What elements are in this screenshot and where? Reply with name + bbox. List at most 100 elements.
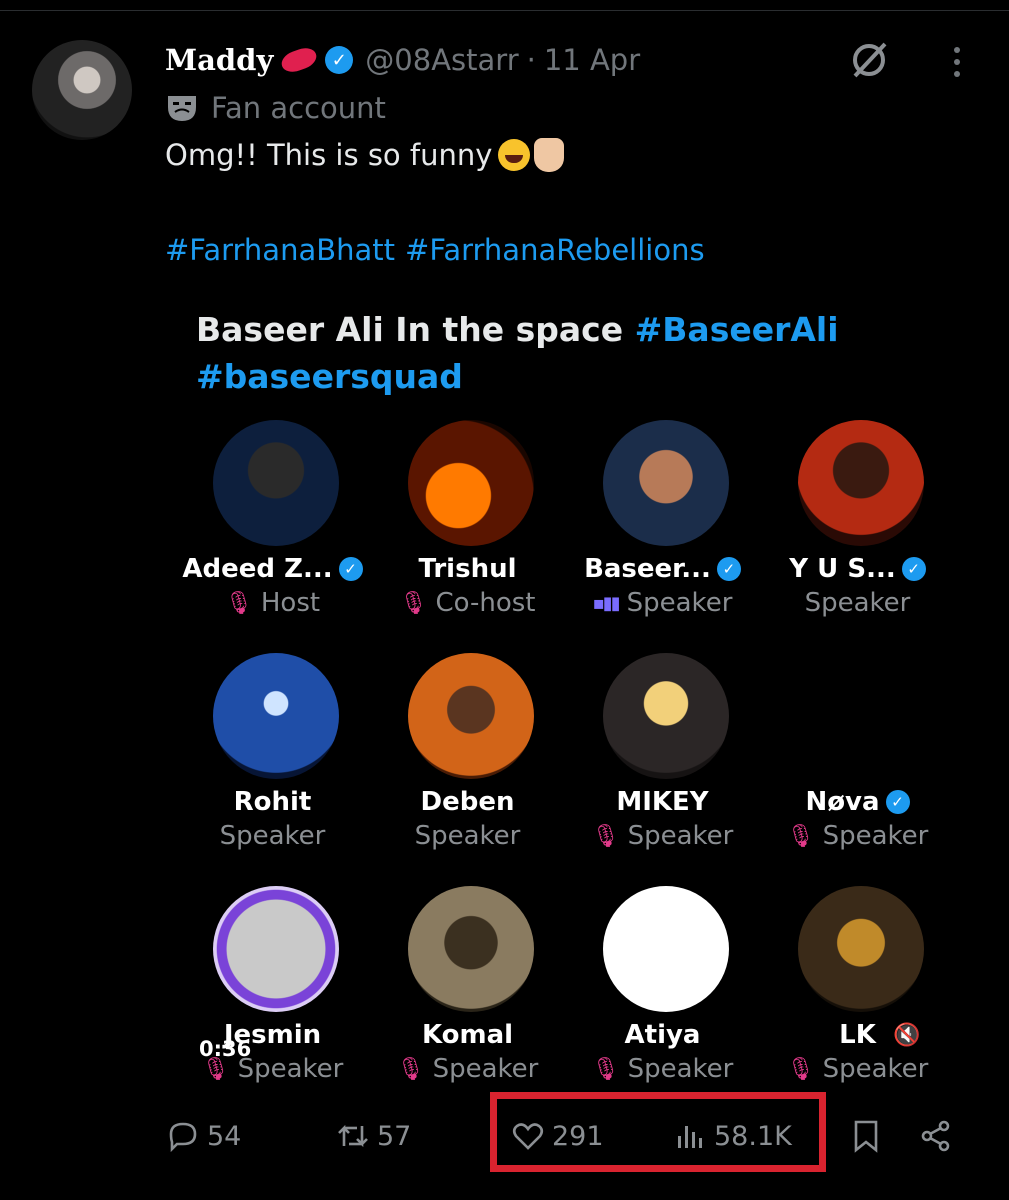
participant-role-text: Speaker: [626, 588, 733, 618]
hashtag-link[interactable]: #FarrhanaBhatt: [165, 233, 395, 267]
participant-name-text: Nøva: [805, 787, 880, 817]
participant-role-text: Host: [260, 588, 321, 618]
more-options-icon[interactable]: [942, 42, 972, 82]
participant-name: Rohit: [175, 787, 370, 817]
repost-count: 57: [377, 1120, 412, 1152]
participant-avatar[interactable]: [213, 886, 339, 1012]
participant-role-text: Co-host: [435, 588, 536, 618]
participant-role-text: Speaker: [414, 821, 521, 851]
fan-account-label: Fan account: [165, 88, 386, 128]
post-text-content: Omg!! This is so funny: [165, 138, 493, 172]
verified-badge-icon: ✓: [716, 557, 741, 581]
participant-avatar[interactable]: [408, 653, 534, 779]
participant-name: Komal: [370, 1020, 565, 1050]
participant-role: 🎙 Speaker: [565, 821, 760, 851]
participant-role-text: Speaker: [432, 1054, 539, 1084]
participant-role: 🎙 Speaker: [760, 1054, 955, 1084]
muted-mic-icon: 🎙: [399, 590, 428, 616]
participant-name-text: LK: [839, 1020, 876, 1050]
video-timestamp: 0:36: [199, 1037, 252, 1061]
verified-badge-icon: ✓: [885, 790, 910, 814]
bookmark-icon: [854, 1120, 878, 1153]
participant-name-text: Baseer...: [584, 554, 711, 584]
label-text: Fan account: [211, 91, 386, 125]
post-header: Maddy ✓ @08Astarr · 11 Apr: [165, 40, 640, 80]
participant-role-text: Speaker: [627, 1054, 734, 1084]
rock-hand-emoji-icon: [534, 138, 565, 172]
participant-role: ▪▮▮ Speaker: [565, 588, 760, 618]
participant-name-text: Adeed Z...: [182, 554, 333, 584]
hashtag-link[interactable]: #FarrhanaRebellions: [405, 233, 705, 267]
participant-avatar[interactable]: [798, 420, 924, 546]
participant-name: Atiya: [565, 1020, 760, 1050]
media-hashtag: #BaseerAli: [634, 310, 839, 349]
post-text: Omg!! This is so funny: [165, 138, 565, 172]
participant-role-text: Speaker: [822, 1054, 929, 1084]
media-title: Baseer Ali In the space #BaseerAli #base…: [196, 306, 896, 400]
repost-icon: [338, 1124, 368, 1148]
participant-avatar[interactable]: [798, 653, 924, 779]
participant-name-text: Deben: [420, 787, 515, 817]
muted-mic-icon: 🎙: [591, 1056, 620, 1082]
author-avatar[interactable]: [32, 40, 132, 140]
share-button[interactable]: [918, 1118, 954, 1154]
participant-role-text: Speaker: [822, 821, 929, 851]
participant-name-text: Y U S...: [789, 554, 896, 584]
muted-mic-icon: 🎙: [396, 1056, 425, 1082]
participant-role: 🎙 Co-host: [370, 588, 565, 618]
author-handle[interactable]: @08Astarr: [365, 43, 518, 77]
participant-avatar[interactable]: [798, 886, 924, 1012]
post-date[interactable]: 11 Apr: [544, 43, 640, 77]
author-name[interactable]: Maddy: [165, 43, 273, 77]
participant-role-text: Speaker: [237, 1054, 344, 1084]
participant-name-text: MIKEY: [616, 787, 709, 817]
muted-mic-icon: 🎙: [786, 823, 815, 849]
participant-avatar[interactable]: [213, 420, 339, 546]
participant-role: 🎙 Speaker: [565, 1054, 760, 1084]
reply-button[interactable]: 54: [165, 1118, 241, 1154]
participant-name-text: Komal: [421, 1020, 514, 1050]
post-hashtags: #FarrhanaBhatt #FarrhanaRebellions: [165, 233, 705, 267]
participant-role: 🎙 Speaker: [760, 821, 955, 851]
media-title-text: Baseer Ali In the space: [196, 310, 624, 349]
muted-mic-icon: 🎙: [591, 823, 620, 849]
participant-name: Baseer... ✓: [565, 554, 760, 584]
participant-role: Speaker: [760, 588, 955, 618]
speaking-wave-icon: ▪▮▮: [592, 592, 621, 614]
participant-role-text: Speaker: [627, 821, 734, 851]
bookmark-button[interactable]: [848, 1118, 884, 1154]
participant-role-text: Speaker: [219, 821, 326, 851]
participant-role: Speaker: [370, 821, 565, 851]
repost-button[interactable]: 57: [335, 1118, 411, 1154]
participant-name: Nøva ✓: [760, 787, 955, 817]
reply-count: 54: [207, 1120, 242, 1152]
verified-badge-icon: ✓: [338, 557, 363, 581]
theater-mask-icon: [168, 96, 196, 121]
participant-avatar[interactable]: [408, 420, 534, 546]
participant-avatar[interactable]: [213, 653, 339, 779]
participant-name: Adeed Z... ✓: [175, 554, 370, 584]
participant-avatar[interactable]: [603, 653, 729, 779]
share-icon: [921, 1120, 950, 1152]
participant-name-text: Atiya: [624, 1020, 701, 1050]
verified-badge-icon[interactable]: ✓: [325, 46, 354, 74]
participant-name: Y U S... ✓: [760, 554, 955, 584]
participant-name-text: Rohit: [233, 787, 312, 817]
participant-avatar[interactable]: [603, 420, 729, 546]
verified-badge-icon: ✓: [901, 557, 926, 581]
participant-role-text: Speaker: [804, 588, 911, 618]
dot-separator: ·: [526, 43, 536, 77]
reply-icon: [169, 1122, 197, 1153]
participant-avatar[interactable]: [603, 886, 729, 1012]
participant-role: Speaker: [175, 821, 370, 851]
top-divider: [0, 10, 1009, 11]
participant-avatar[interactable]: [408, 886, 534, 1012]
participant-name-text: Trishul: [418, 554, 517, 584]
muted-mic-icon: 🎙: [224, 590, 253, 616]
muted-mic-icon: 🎙: [786, 1056, 815, 1082]
mute-icon[interactable]: 🔇: [893, 1023, 920, 1048]
grok-icon[interactable]: [847, 38, 891, 82]
participant-name: Deben: [370, 787, 565, 817]
participant-name: LK: [760, 1020, 955, 1050]
media-hashtag: #baseersquad: [196, 357, 463, 396]
